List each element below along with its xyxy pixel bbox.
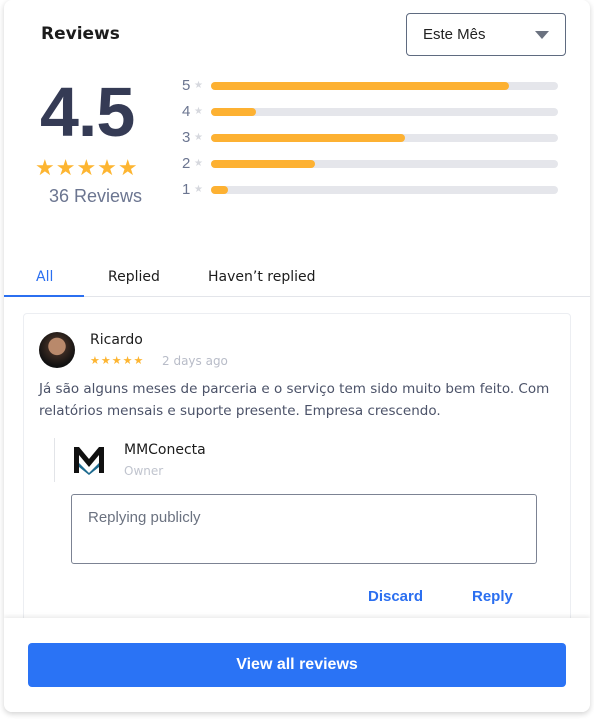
rating-row-1: 1 ★ — [182, 181, 558, 198]
review-item: Ricardo ★★★★★ 2 days ago Já são alguns m… — [23, 313, 571, 633]
reviews-title: Reviews — [41, 24, 120, 44]
period-select[interactable]: Este Mês — [406, 13, 566, 56]
star-icon: ★ — [194, 80, 203, 91]
star-icon: ★ — [194, 132, 203, 143]
review-text: Já são alguns meses de parceria e o serv… — [39, 381, 550, 419]
mmconecta-logo-icon — [74, 447, 104, 475]
footer: View all reviews — [4, 618, 590, 712]
owner-name: MMConecta — [124, 442, 206, 458]
review-count: 36 Reviews — [49, 186, 143, 206]
rating-bar-fill — [211, 107, 257, 116]
reviews-card: Reviews Este Mês 4.5 ★★★★★ 36 Reviews 5 ★… — [4, 0, 590, 712]
avatar — [39, 332, 75, 368]
owner-role: Owner — [124, 464, 164, 478]
tab-havent-replied[interactable]: Haven’t replied — [208, 269, 316, 285]
reviewer-name: Ricardo — [90, 332, 143, 348]
rating-bar-fill — [211, 185, 229, 194]
rating-label: 2 — [182, 155, 191, 172]
rating-bar-fill — [211, 159, 316, 168]
average-rating: 4.5 — [40, 73, 135, 151]
reply-input[interactable]: Replying publicly — [71, 494, 537, 564]
active-tab-indicator — [4, 295, 84, 297]
rating-label: 5 — [182, 77, 191, 94]
rating-bar-fill — [211, 81, 510, 90]
reply-button[interactable]: Reply — [472, 588, 513, 605]
rating-label: 1 — [182, 181, 191, 198]
star-icon: ★ — [194, 158, 203, 169]
tab-all[interactable]: All — [36, 269, 53, 285]
rating-bar-fill — [211, 133, 406, 142]
rating-stars-icon: ★★★★★ — [35, 156, 139, 181]
review-stars-icon: ★★★★★ — [90, 354, 145, 367]
review-time: 2 days ago — [162, 354, 228, 368]
star-icon: ★ — [194, 184, 203, 195]
tab-replied[interactable]: Replied — [108, 269, 160, 285]
view-all-reviews-button[interactable]: View all reviews — [28, 643, 566, 687]
rating-bar-track — [211, 81, 558, 90]
period-select-value: Este Mês — [423, 26, 486, 43]
reply-divider — [54, 438, 55, 482]
rating-row-3: 3 ★ — [182, 129, 558, 146]
rating-row-4: 4 ★ — [182, 103, 558, 120]
rating-row-2: 2 ★ — [182, 155, 558, 172]
rating-label: 3 — [182, 129, 191, 146]
star-icon: ★ — [194, 106, 203, 117]
rating-row-5: 5 ★ — [182, 77, 558, 94]
discard-button[interactable]: Discard — [368, 588, 423, 605]
review-tabs: All Replied Haven’t replied — [4, 262, 590, 297]
rating-bar-track — [211, 133, 558, 142]
rating-label: 4 — [182, 103, 191, 120]
caret-down-icon — [535, 30, 549, 39]
rating-bar-track — [211, 107, 558, 116]
rating-bar-track — [211, 185, 558, 194]
rating-bar-track — [211, 159, 558, 168]
